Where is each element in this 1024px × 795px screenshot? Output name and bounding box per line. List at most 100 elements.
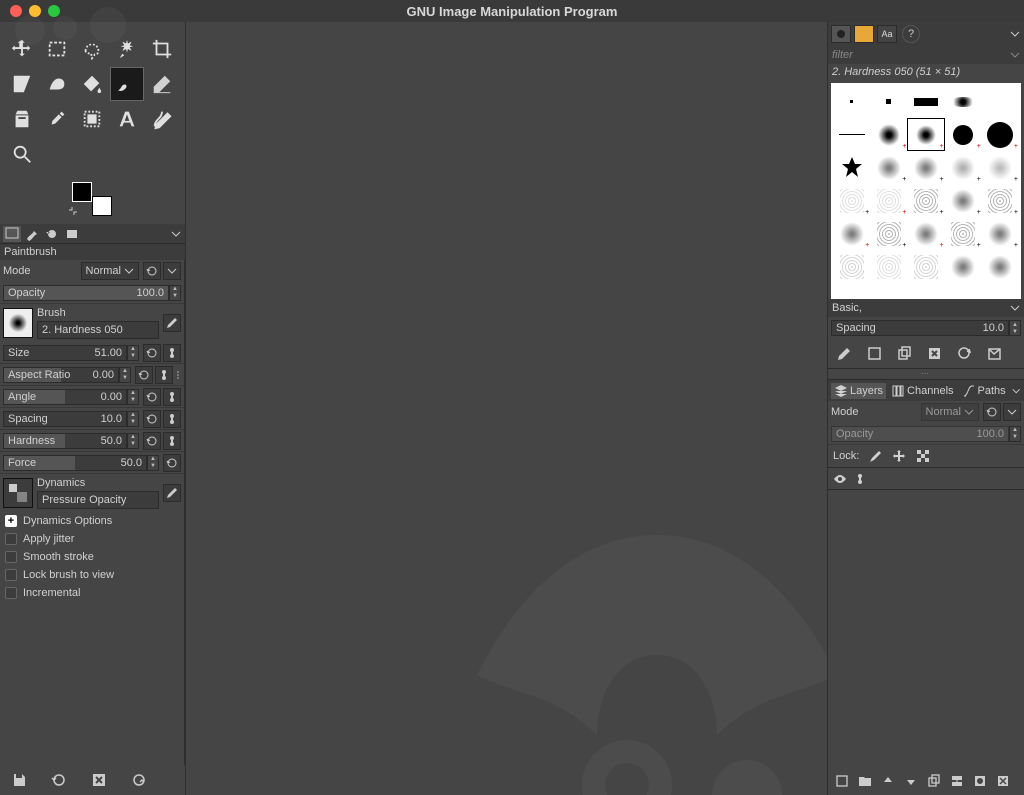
brush-item[interactable] xyxy=(982,85,1019,118)
layer-list[interactable] xyxy=(828,490,1024,767)
patterns-tab[interactable] xyxy=(854,25,874,43)
incremental-checkbox[interactable]: Incremental xyxy=(0,584,184,602)
save-preset-button[interactable] xyxy=(8,769,30,791)
help-button[interactable]: ? xyxy=(902,25,920,43)
brush-item[interactable]: + xyxy=(870,118,907,151)
tool-options-tab[interactable] xyxy=(3,226,21,242)
raise-layer-button[interactable] xyxy=(878,771,898,791)
brush-category-select[interactable]: Basic, xyxy=(828,299,1024,317)
bucket-fill-tool[interactable] xyxy=(75,67,109,101)
delete-preset-button[interactable] xyxy=(88,769,110,791)
brush-item[interactable]: + xyxy=(907,184,944,217)
mask-layer-button[interactable] xyxy=(970,771,990,791)
lock-pixels-button[interactable] xyxy=(867,448,883,464)
brush-item[interactable]: + xyxy=(907,217,944,250)
hardness-link-button[interactable] xyxy=(163,432,181,450)
background-color-swatch[interactable] xyxy=(92,196,112,216)
dock-menu-icon[interactable] xyxy=(1009,28,1021,40)
duplicate-brush-button[interactable] xyxy=(894,344,914,364)
text-tool[interactable] xyxy=(110,102,144,136)
brush-item[interactable]: + xyxy=(833,184,870,217)
crop-tool[interactable] xyxy=(145,32,179,66)
brush-name-field[interactable]: 2. Hardness 050 xyxy=(37,321,159,339)
canvas-area[interactable] xyxy=(186,22,827,795)
size-spinner[interactable]: ▲▼ xyxy=(127,345,139,361)
eraser-tool[interactable] xyxy=(145,67,179,101)
brush-item[interactable]: + xyxy=(982,118,1019,151)
duplicate-layer-button[interactable] xyxy=(924,771,944,791)
brush-item[interactable] xyxy=(870,85,907,118)
opacity-spinner[interactable]: ▲▼ xyxy=(169,285,181,301)
zoom-tool[interactable] xyxy=(5,137,39,171)
restore-preset-button[interactable] xyxy=(48,769,70,791)
spacing-link-button[interactable] xyxy=(163,410,181,428)
brush-item-selected[interactable]: + xyxy=(907,118,944,151)
mode-reset-button[interactable] xyxy=(143,262,161,280)
smudge-tool[interactable] xyxy=(75,102,109,136)
brush-item[interactable] xyxy=(833,85,870,118)
spacing-reset-button[interactable] xyxy=(143,410,161,428)
brush-item[interactable] xyxy=(833,151,870,184)
channels-tab[interactable]: Channels xyxy=(888,383,956,399)
brush-item[interactable] xyxy=(833,250,870,283)
new-layer-group-button[interactable] xyxy=(855,771,875,791)
opacity-slider[interactable]: Opacity 100.0 xyxy=(3,285,169,301)
unified-transform-tool[interactable] xyxy=(5,67,39,101)
brush-item[interactable] xyxy=(945,85,982,118)
layer-opacity-slider[interactable]: Opacity 100.0 xyxy=(831,426,1009,442)
swap-colors-icon[interactable] xyxy=(68,206,78,216)
brush-item[interactable] xyxy=(907,250,944,283)
dynamics-edit-button[interactable] xyxy=(163,484,181,502)
brush-item[interactable]: + xyxy=(870,184,907,217)
brush-item[interactable]: + xyxy=(945,151,982,184)
size-slider[interactable]: Size 51.00 xyxy=(3,345,127,361)
edit-brush-button[interactable] xyxy=(834,344,854,364)
brush-item[interactable]: + xyxy=(982,217,1019,250)
size-link-button[interactable] xyxy=(163,344,181,362)
hardness-reset-button[interactable] xyxy=(143,432,161,450)
images-tab[interactable] xyxy=(63,226,81,242)
brush-edit-button[interactable] xyxy=(163,314,181,332)
force-spinner[interactable]: ▲▼ xyxy=(147,455,159,471)
aspect-reset-button[interactable] xyxy=(135,366,153,384)
brush-item[interactable] xyxy=(833,118,870,151)
brush-spacing-slider[interactable]: Spacing 10.0 xyxy=(831,320,1009,336)
layer-mode-menu-button[interactable] xyxy=(1003,403,1021,421)
smooth-stroke-checkbox[interactable]: Smooth stroke xyxy=(0,548,184,566)
size-reset-button[interactable] xyxy=(143,344,161,362)
brush-item[interactable]: + xyxy=(907,151,944,184)
lock-brush-checkbox[interactable]: Lock brush to view xyxy=(0,566,184,584)
lock-position-button[interactable] xyxy=(891,448,907,464)
brush-item[interactable] xyxy=(945,250,982,283)
brush-item[interactable] xyxy=(870,250,907,283)
mode-menu-button[interactable] xyxy=(163,262,181,280)
refresh-brushes-button[interactable] xyxy=(954,344,974,364)
path-tool[interactable] xyxy=(145,102,179,136)
merge-layer-button[interactable] xyxy=(947,771,967,791)
layers-tab[interactable]: Layers xyxy=(831,383,886,399)
spacing-spinner[interactable]: ▲▼ xyxy=(127,411,139,427)
brush-item[interactable]: + xyxy=(982,151,1019,184)
brush-item[interactable]: + xyxy=(870,151,907,184)
dynamics-thumbnail[interactable] xyxy=(3,478,33,508)
hardness-slider[interactable]: Hardness 50.0 xyxy=(3,433,127,449)
dock-menu-icon[interactable] xyxy=(1011,385,1021,397)
aspect-spinner[interactable]: ▲▼ xyxy=(119,367,131,383)
force-slider[interactable]: Force 50.0 xyxy=(3,455,147,471)
paintbrush-tool[interactable] xyxy=(110,67,144,101)
brush-item[interactable] xyxy=(907,85,944,118)
dock-menu-icon[interactable] xyxy=(170,228,182,240)
new-brush-button[interactable] xyxy=(864,344,884,364)
warp-tool[interactable] xyxy=(40,67,74,101)
brush-thumbnail[interactable] xyxy=(3,308,33,338)
layer-opacity-spinner[interactable]: ▲▼ xyxy=(1009,426,1021,442)
force-reset-button[interactable] xyxy=(163,454,181,472)
brush-spacing-spinner[interactable]: ▲▼ xyxy=(1009,320,1021,336)
fonts-tab[interactable]: Aa xyxy=(877,25,897,43)
brush-item[interactable]: + xyxy=(833,217,870,250)
apply-jitter-checkbox[interactable]: Apply jitter xyxy=(0,530,184,548)
aspect-link-button[interactable] xyxy=(155,366,173,384)
brush-item[interactable] xyxy=(982,250,1019,283)
layer-mode-reset-button[interactable] xyxy=(983,403,1001,421)
aspect-ratio-slider[interactable]: Aspect Ratio 0.00 xyxy=(3,367,119,383)
